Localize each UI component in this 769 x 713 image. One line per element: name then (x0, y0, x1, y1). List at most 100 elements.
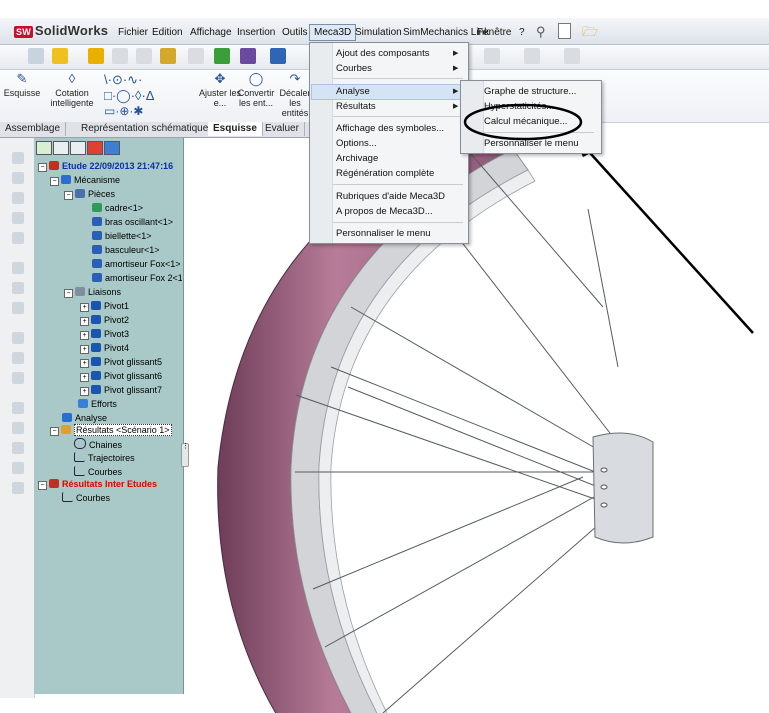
strip-icon-5[interactable] (12, 232, 24, 244)
component-icon[interactable] (160, 48, 176, 64)
menu-outils[interactable]: Outils (278, 26, 312, 39)
layout-icon[interactable] (136, 48, 152, 64)
tree-part-5[interactable]: amortiseur Fox 2<1> (92, 272, 182, 284)
menu-item-affichage-symboles[interactable]: Affichage des symboles... (336, 123, 444, 134)
cotation-tool[interactable]: ◊ Cotation intelligente (50, 72, 94, 109)
strip-icon-1[interactable] (12, 152, 24, 164)
smart-mate-icon[interactable] (214, 48, 230, 64)
tree-pieces[interactable]: − Pièces (64, 188, 115, 200)
pattern-icon[interactable] (188, 48, 204, 64)
tab-representation-schematique[interactable]: Représentation schématique (76, 122, 215, 136)
display-tab-icon[interactable] (87, 141, 103, 155)
menu-item-ajout-composants[interactable]: Ajout des composants (336, 48, 429, 59)
strip-icon-12[interactable] (12, 402, 24, 414)
line-icon[interactable]: \·⊙·∿· (104, 72, 142, 88)
menu-item-aide[interactable]: Rubriques d'aide Meca3D (336, 191, 445, 202)
part-icon (92, 231, 102, 240)
tree-part-4[interactable]: amortiseur Fox<1> (92, 258, 181, 270)
decaler-tool[interactable]: ↷ Décaler les entités (277, 72, 313, 119)
strip-icon-3[interactable] (12, 192, 24, 204)
grid-icon[interactable] (112, 48, 128, 64)
menu-item-personnaliser[interactable]: Personnaliser le menu (336, 228, 431, 239)
tree-root[interactable]: − Etude 22/09/2013 21:47:16 (38, 160, 173, 172)
strip-icon-15[interactable] (12, 462, 24, 474)
tree-part-2[interactable]: biellette<1> (92, 230, 152, 242)
curve-icon[interactable] (240, 48, 256, 64)
menu-affichage[interactable]: Affichage (186, 26, 236, 39)
tree-courbes[interactable]: Courbes (74, 466, 122, 478)
tree-joint-5[interactable]: + Pivot glissant6 (80, 370, 162, 382)
strip-icon-10[interactable] (12, 352, 24, 364)
menu-item-analyse-highlight[interactable] (311, 84, 463, 100)
meca3d-tab-icon[interactable] (104, 141, 120, 155)
tree-mecanisme[interactable]: − Mécanisme (50, 174, 120, 186)
tree-joint-0[interactable]: + Pivot1 (80, 300, 129, 312)
paint-icon[interactable] (88, 48, 104, 64)
menu-meca3d[interactable]: Meca3D (309, 24, 357, 41)
tree-trajectoires[interactable]: Trajectoires (74, 452, 135, 464)
strip-icon-7[interactable] (12, 282, 24, 294)
tree-joint-6[interactable]: + Pivot glissant7 (80, 384, 162, 396)
tree-joint-4[interactable]: + Pivot glissant5 (80, 356, 162, 368)
new-document-icon[interactable] (558, 23, 571, 39)
curves-icon (62, 492, 73, 502)
tree-analyse[interactable]: Analyse (62, 412, 107, 424)
select-icon[interactable] (270, 48, 286, 64)
menu-separator (333, 222, 463, 223)
view-icon[interactable] (28, 48, 44, 64)
tree-chaines[interactable]: Chaines (74, 438, 122, 451)
esquisse-tool[interactable]: ✎ Esquisse (0, 72, 44, 99)
tree-part-3[interactable]: basculeur<1> (92, 244, 160, 256)
tree-resultats[interactable]: − Résultats <Scénario 1> (50, 424, 172, 436)
strip-icon-14[interactable] (12, 442, 24, 454)
menu-edition[interactable]: Edition (148, 26, 187, 39)
strip-icon-2[interactable] (12, 172, 24, 184)
menu-item-regeneration[interactable]: Régénération complète (336, 168, 434, 179)
feature-manager-tab-icon[interactable] (36, 141, 52, 155)
strip-icon-8[interactable] (12, 302, 24, 314)
tree-inter-courbes[interactable]: Courbes (62, 492, 110, 504)
panel-splitter-handle[interactable]: ⋮ (181, 443, 189, 467)
config-tab-icon[interactable] (70, 141, 86, 155)
tree-inter-etudes[interactable]: − Résultats Inter Etudes (38, 478, 157, 490)
menu-item-archivage[interactable]: Archivage (336, 153, 378, 164)
strip-icon-16[interactable] (12, 482, 24, 494)
tree-efforts[interactable]: Efforts (78, 398, 117, 410)
menu-insertion[interactable]: Insertion (233, 26, 279, 39)
menu-item-resultats[interactable]: Résultats (336, 101, 376, 112)
pin-icon[interactable]: ⚲ (536, 24, 546, 40)
tree-joint-2[interactable]: + Pivot3 (80, 328, 129, 340)
menu-item-options[interactable]: Options... (336, 138, 377, 149)
rectangle-icon[interactable]: □·◯·◊·Δ (104, 88, 155, 104)
slot-icon[interactable]: ▭·⊕·✱ (104, 104, 143, 118)
tree-joint-1[interactable]: + Pivot2 (80, 314, 129, 326)
menu-item-analyse[interactable]: Analyse (336, 86, 370, 97)
menu-item-courbes[interactable]: Courbes (336, 63, 372, 74)
convertir-tool[interactable]: ◯ Convertir les ent... (234, 72, 278, 109)
strip-icon-4[interactable] (12, 212, 24, 224)
tab-assemblage[interactable]: Assemblage (0, 122, 67, 136)
tree-part-1[interactable]: bras oscillant<1> (92, 216, 173, 228)
toolbar-icon-c[interactable] (564, 48, 580, 64)
tree-liaisons[interactable]: − Liaisons (64, 286, 121, 298)
tree-joint-3[interactable]: + Pivot4 (80, 342, 129, 354)
strip-icon-13[interactable] (12, 422, 24, 434)
tab-evaluer[interactable]: Evaluer (260, 122, 305, 136)
toolbar-icon-a[interactable] (484, 48, 500, 64)
graphics-viewport[interactable] (183, 137, 769, 713)
menu-simulation[interactable]: Simulation (351, 26, 406, 39)
strip-icon-9[interactable] (12, 332, 24, 344)
toolbar-icon-b[interactable] (524, 48, 540, 64)
tab-esquisse[interactable]: Esquisse (208, 122, 263, 136)
menu-item-a-propos[interactable]: A propos de Meca3D... (336, 206, 433, 217)
menu-help[interactable]: ? (515, 26, 529, 39)
menu-fenetre[interactable]: Fenêtre (473, 26, 515, 39)
tree-part-0[interactable]: cadre<1> (92, 202, 143, 214)
strip-icon-6[interactable] (12, 262, 24, 274)
open-folder-icon[interactable]: 🗁 (582, 23, 598, 45)
menu-fichier[interactable]: Fichier (114, 26, 152, 39)
strip-icon-11[interactable] (12, 372, 24, 384)
chains-icon (74, 438, 86, 449)
sketch-toolbar-icon[interactable] (52, 48, 68, 64)
property-tab-icon[interactable] (53, 141, 69, 155)
